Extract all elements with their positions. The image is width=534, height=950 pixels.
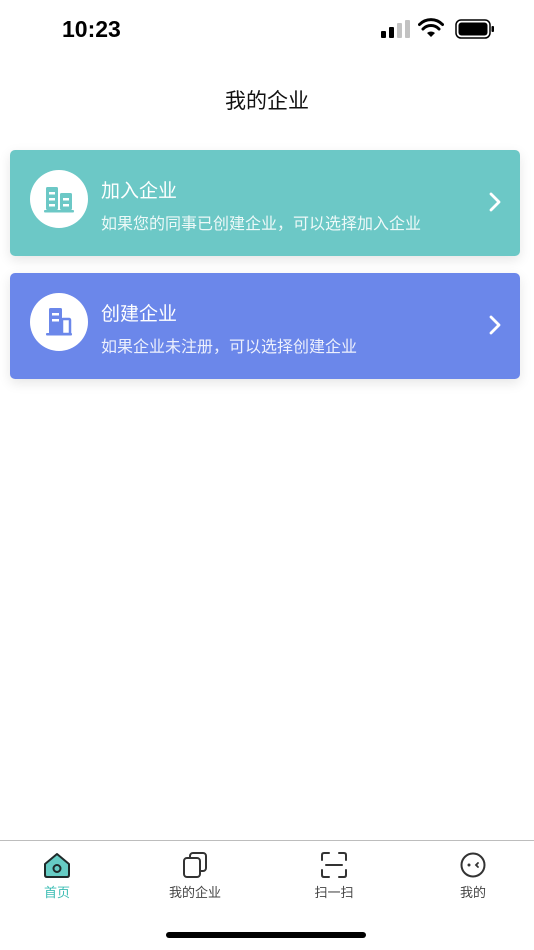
profile-face-icon <box>460 852 486 878</box>
tab-me[interactable]: 我的 <box>418 851 528 901</box>
tab-me-label: 我的 <box>459 886 486 901</box>
tab-home-label: 首页 <box>43 886 70 901</box>
status-bar: 10:23 <box>0 0 534 60</box>
building-icon <box>30 170 88 228</box>
chevron-right-icon <box>489 315 501 335</box>
tab-my-enterprise[interactable]: 我的企业 <box>140 851 250 901</box>
home-icon <box>44 853 70 878</box>
stacked-squares-icon <box>183 852 207 878</box>
wifi-icon <box>418 18 444 37</box>
create-enterprise-description: 如果企业未注册，可以选择创建企业 <box>101 337 358 356</box>
battery-icon <box>455 19 494 39</box>
scan-icon <box>321 852 347 878</box>
home-indicator <box>166 932 366 938</box>
tab-scan[interactable]: 扫一扫 <box>279 851 389 901</box>
tab-my-enterprise-label: 我的企业 <box>168 886 221 901</box>
chevron-right-icon <box>489 192 501 212</box>
office-building-icon <box>30 293 88 351</box>
join-enterprise-title: 加入企业 <box>101 180 178 202</box>
cellular-signal-icon <box>381 20 410 38</box>
join-enterprise-description: 如果您的同事已创建企业，可以选择加入企业 <box>101 214 422 233</box>
create-enterprise-title: 创建企业 <box>101 303 178 325</box>
create-enterprise-card[interactable]: 创建企业 如果企业未注册，可以选择创建企业 <box>10 273 520 379</box>
join-enterprise-card[interactable]: 加入企业 如果您的同事已创建企业，可以选择加入企业 <box>10 150 520 256</box>
status-time: 10:23 <box>62 16 121 42</box>
tab-scan-label: 扫一扫 <box>314 886 354 901</box>
tab-home[interactable]: 首页 <box>2 851 112 901</box>
page-title: 我的企业 <box>225 89 309 113</box>
